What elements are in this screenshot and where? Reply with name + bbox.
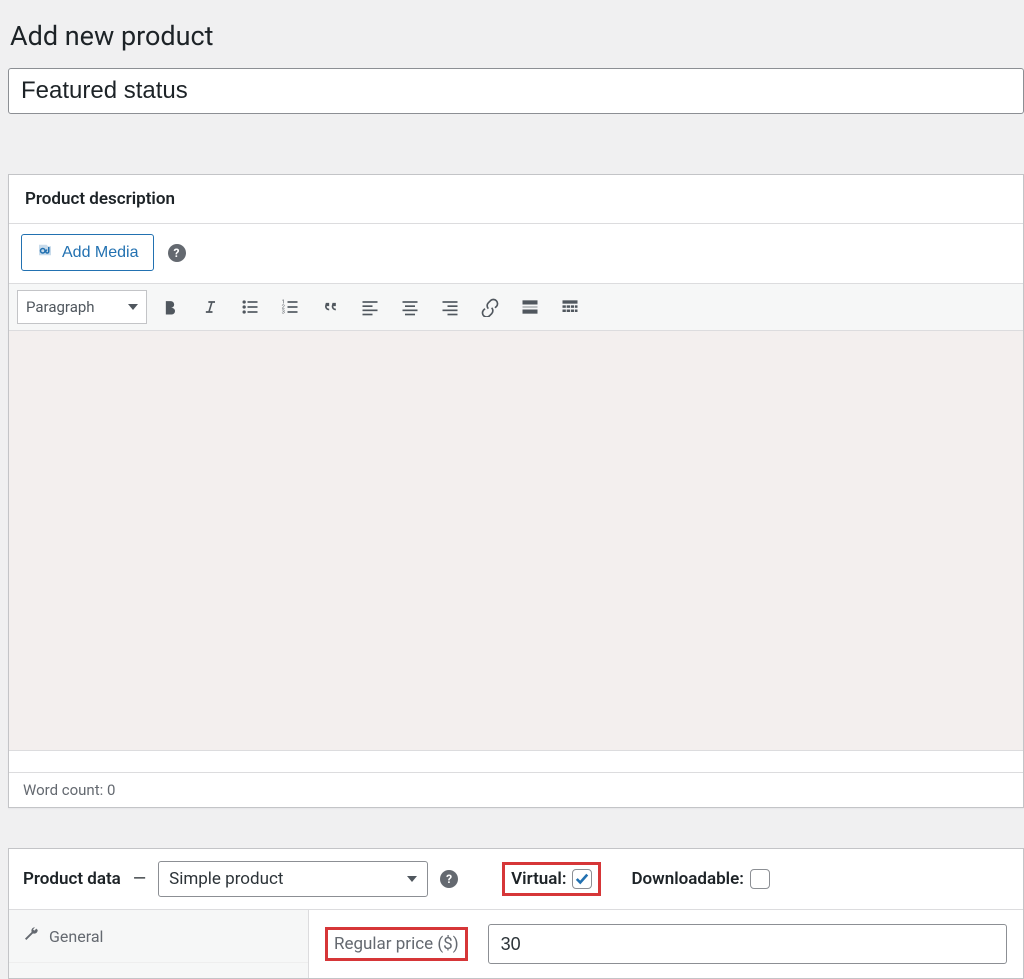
- chevron-down-icon: [128, 304, 138, 310]
- help-icon[interactable]: ?: [440, 870, 458, 888]
- virtual-label: Virtual:: [511, 869, 566, 889]
- product-description-panel: Product description Add Media ? Paragrap…: [8, 174, 1024, 808]
- numbered-list-button[interactable]: 123: [273, 290, 307, 324]
- regular-price-highlight: Regular price ($): [325, 927, 468, 961]
- format-select[interactable]: Paragraph: [17, 290, 147, 324]
- help-icon[interactable]: ?: [168, 244, 186, 262]
- add-media-button[interactable]: Add Media: [21, 234, 154, 271]
- product-data-heading: Product data: [23, 869, 121, 889]
- read-more-button[interactable]: [513, 290, 547, 324]
- align-center-button[interactable]: [393, 290, 427, 324]
- product-type-selected: Simple product: [169, 869, 283, 889]
- align-left-button[interactable]: [353, 290, 387, 324]
- tab-general-label: General: [49, 927, 103, 946]
- add-media-label: Add Media: [62, 244, 139, 262]
- downloadable-label: Downloadable:: [631, 869, 743, 889]
- bullet-list-button[interactable]: [233, 290, 267, 324]
- editor-spacer: [9, 750, 1023, 772]
- editor-toolbar: Paragraph 123: [9, 283, 1023, 330]
- product-name-input[interactable]: [8, 68, 1024, 114]
- align-right-button[interactable]: [433, 290, 467, 324]
- regular-price-input[interactable]: [488, 924, 1007, 964]
- bold-button[interactable]: [153, 290, 187, 324]
- camera-music-icon: [36, 241, 54, 264]
- wrench-icon: [23, 926, 39, 946]
- virtual-highlight: Virtual:: [502, 862, 601, 896]
- tab-general[interactable]: General: [9, 910, 308, 963]
- chevron-down-icon: [407, 876, 417, 882]
- format-select-label: Paragraph: [26, 298, 95, 316]
- product-type-select[interactable]: Simple product: [158, 861, 428, 897]
- regular-price-label: Regular price ($): [334, 934, 459, 954]
- downloadable-checkbox[interactable]: [750, 869, 770, 889]
- product-data-tabs: General: [9, 910, 309, 978]
- page-title: Add new product: [0, 0, 1024, 68]
- svg-text:3: 3: [282, 310, 285, 316]
- toolbar-toggle-button[interactable]: [553, 290, 587, 324]
- virtual-checkbox[interactable]: [572, 869, 592, 889]
- word-count: Word count: 0: [9, 772, 1023, 807]
- product-data-dash: —: [133, 869, 146, 889]
- italic-button[interactable]: [193, 290, 227, 324]
- blockquote-button[interactable]: [313, 290, 347, 324]
- product-data-panel: Product data — Simple product ? Virtual:…: [8, 848, 1024, 979]
- link-button[interactable]: [473, 290, 507, 324]
- product-description-heading: Product description: [9, 175, 1023, 224]
- editor-content-area[interactable]: [9, 330, 1023, 750]
